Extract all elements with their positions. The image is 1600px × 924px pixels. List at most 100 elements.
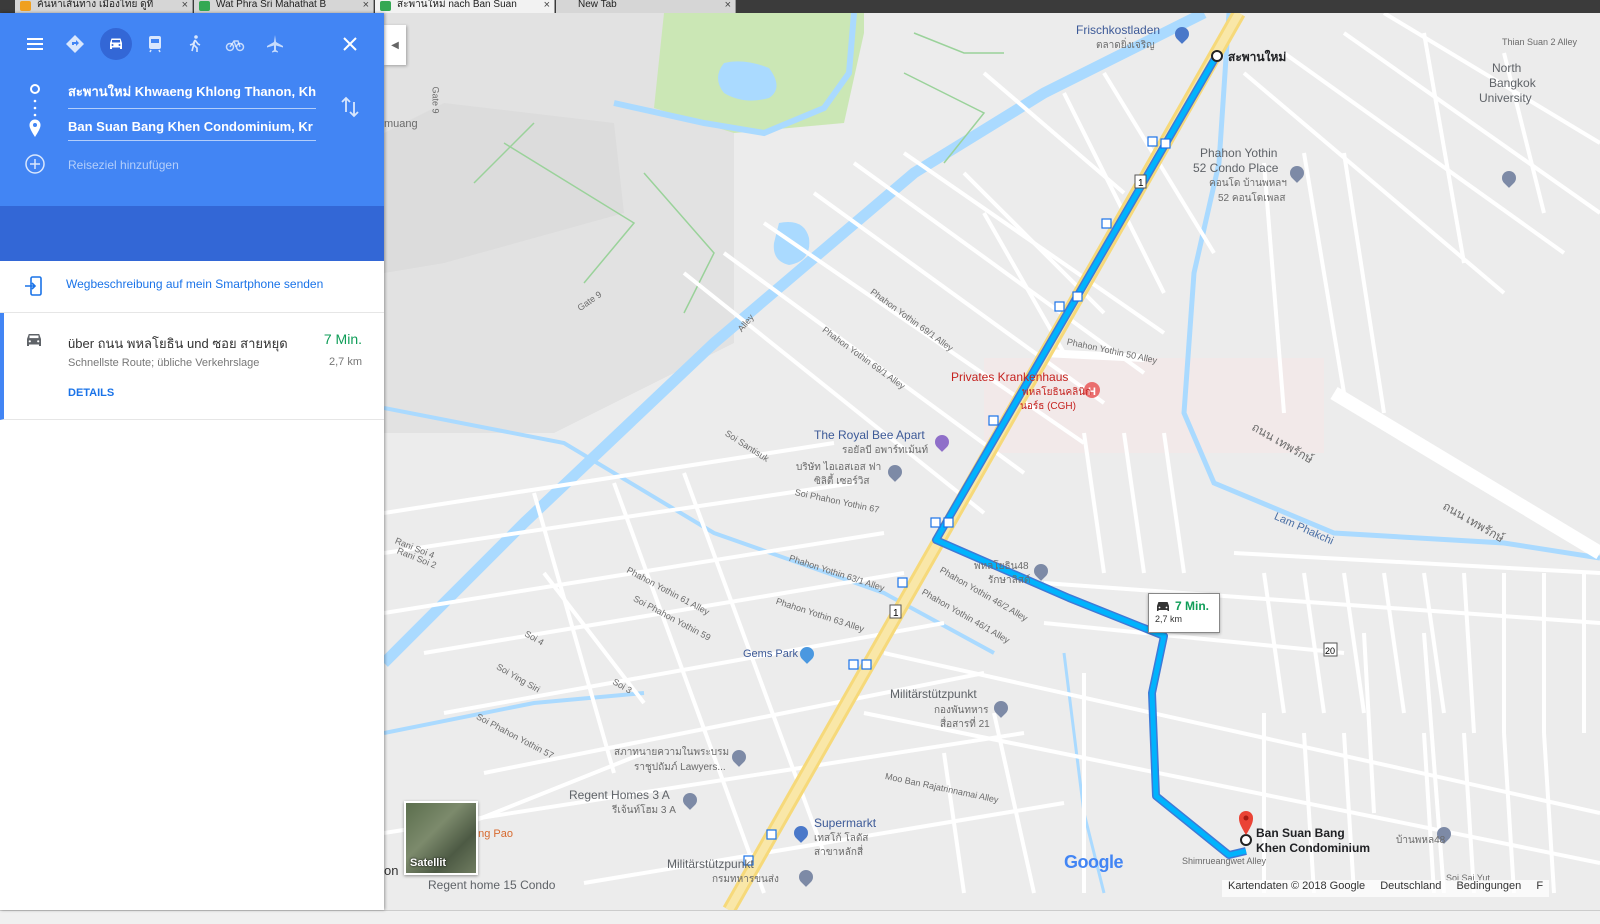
route-name: über ถนน พหลโยธิน und ซอย สายหยุด	[68, 336, 288, 351]
country-link[interactable]: Deutschland	[1380, 880, 1441, 892]
car-icon	[1157, 602, 1169, 611]
close-directions-button[interactable]	[337, 31, 363, 57]
browser-tab-active[interactable]: สะพานใหม่ nach Ban Suan ×	[375, 0, 555, 13]
send-to-phone-link[interactable]: Wegbeschreibung auf mein Smartphone send…	[66, 277, 323, 291]
poi-label: North	[1492, 61, 1522, 75]
route-distance: 2,7 km	[328, 356, 362, 368]
browser-tab[interactable]: Wat Phra Sri Mahathat B ×	[194, 0, 374, 13]
poi-label: นอร์ธ (CGH)	[1020, 401, 1076, 412]
poi-label: 52 คอนโดเพลส	[1218, 193, 1286, 204]
departure-options-bar: Jetzt starten ▼ OPTIONEN	[0, 206, 384, 432]
route-duration: 7 Min.	[323, 331, 362, 347]
origin-input[interactable]: สะพานใหม่ Khwaeng Khlong Thanon, Kh	[68, 81, 316, 109]
poi-label: Privates Krankenhaus	[951, 370, 1069, 384]
route-details-link[interactable]: DETAILS	[68, 387, 114, 399]
directions-icon	[66, 35, 84, 53]
directions-header: สะพานใหม่ Khwaeng Khlong Thanon, Kh Ban …	[0, 13, 384, 206]
poi-label: Militärstützpunkt	[890, 687, 977, 701]
route-info-box[interactable]: 7 Min. 2,7 km	[1148, 593, 1220, 633]
mode-transit-button[interactable]	[142, 31, 168, 57]
poi-label: Frischkostladen	[1076, 23, 1161, 37]
mode-flight-button[interactable]	[262, 31, 288, 57]
chevron-left-icon: ◀	[391, 39, 399, 51]
poi-label: Regent home 15 Condo	[428, 878, 556, 892]
mode-best-button[interactable]	[62, 31, 88, 57]
map-footer: Kartendaten © 2018 Google Deutschland Be…	[1222, 880, 1550, 897]
area-label: on	[384, 863, 399, 878]
close-icon[interactable]: ×	[725, 0, 731, 11]
poi-label: สภาทนายความในพระบรม	[614, 747, 730, 758]
poi-label: คอนโด บ้านพหลฯ	[1209, 178, 1287, 189]
poi-label: กองพันทหาร	[934, 705, 989, 716]
close-icon[interactable]: ×	[182, 0, 188, 11]
destination-input[interactable]: Ban Suan Bang Khen Condominium, Kr	[68, 119, 316, 141]
car-icon	[27, 334, 41, 346]
poi-label: ung Pao	[472, 828, 513, 840]
destination-label: Ban Suan Bang	[1256, 826, 1345, 840]
poi-label: พหลโยธินคลินิก	[1022, 387, 1092, 398]
poi-label: เทสโก้ โลตัส	[814, 833, 869, 844]
map-graphics: 1 1 20 H	[384, 13, 1600, 910]
street-label: Shimrueangwet Alley	[1182, 856, 1267, 866]
browser-tab-title: Wat Phra Sri Mahathat B	[216, 0, 327, 10]
site-favicon-icon	[20, 1, 31, 11]
poi-label: 52 Condo Place	[1193, 161, 1279, 175]
browser-tab-title: สะพานใหม่ nach Ban Suan	[397, 0, 517, 10]
google-logo-text: Google	[1064, 852, 1124, 872]
terms-link[interactable]: Bedingungen	[1456, 880, 1521, 892]
svg-text:1: 1	[893, 608, 899, 619]
add-destination-icon[interactable]	[24, 153, 46, 175]
directions-panel: สะพานใหม่ Khwaeng Khlong Thanon, Kh Ban …	[0, 13, 384, 910]
route-box-time: 7 Min.	[1175, 599, 1210, 613]
mode-car-button[interactable]	[100, 28, 132, 60]
send-to-phone-icon	[25, 276, 42, 296]
feedback-link[interactable]: F	[1536, 880, 1543, 892]
maps-favicon-icon	[380, 1, 391, 11]
map-data-attribution[interactable]: Kartendaten © 2018 Google	[1228, 880, 1365, 892]
poi-label: Regent Homes 3 A	[569, 788, 670, 802]
destination-marker	[1240, 834, 1252, 846]
collapse-panel-button[interactable]: ◀	[384, 25, 406, 65]
poi-label: บ้านพหล48	[1396, 835, 1446, 846]
close-icon[interactable]: ×	[544, 0, 550, 11]
svg-text:20: 20	[1325, 646, 1335, 656]
poi-label: University	[1479, 91, 1532, 105]
poi-label: Phahon Yothin	[1200, 146, 1278, 160]
menu-button[interactable]	[22, 31, 48, 57]
area-label: muang	[384, 118, 418, 130]
poi-label: สาขาหลักสี่	[814, 847, 864, 858]
maps-favicon-icon	[199, 1, 210, 11]
poi-label: Gems Park	[743, 648, 799, 660]
satellite-toggle[interactable]: Satellit	[404, 801, 478, 875]
browser-tab[interactable]: ค้นหาเส้นทาง เมืองไทย ดูที่ ×	[15, 0, 193, 13]
svg-text:1: 1	[1138, 178, 1144, 189]
poi-label: รีเจ้นท์โฮม 3 A	[612, 805, 676, 816]
send-to-phone-row[interactable]: Wegbeschreibung auf mein Smartphone send…	[0, 261, 384, 313]
close-icon	[343, 37, 357, 51]
add-destination-input[interactable]: Reiseziel hinzufügen	[68, 158, 179, 172]
poi-label: Bangkok	[1489, 76, 1536, 90]
browser-tab-strip: ค้นหาเส้นทาง เมืองไทย ดูที่ × Wat Phra S…	[0, 0, 1600, 13]
mode-walk-button[interactable]	[182, 31, 208, 57]
poi-label: บริษัท ไอเอสเอส ฟา	[796, 462, 882, 473]
google-logo: Google	[1064, 852, 1124, 873]
route-option[interactable]: über ถนน พหลโยธิน und ซอย สายหยุด Schnel…	[0, 313, 384, 420]
flight-icon	[267, 35, 283, 53]
close-icon[interactable]: ×	[363, 0, 369, 11]
origin-label: สะพานใหม่	[1228, 50, 1287, 64]
departure-time-select[interactable]: Jetzt starten ▼	[68, 418, 152, 432]
route-traffic-info: Schnellste Route; übliche Verkehrslage	[68, 357, 260, 369]
mode-bike-button[interactable]	[222, 31, 248, 57]
swap-icon[interactable]	[340, 96, 360, 118]
poi-label: The Royal Bee Apart	[814, 428, 925, 442]
poi-label: สื่อสารที่ 21	[940, 719, 990, 730]
menu-icon	[27, 38, 43, 50]
browser-tab-title: New Tab	[578, 0, 617, 10]
departure-time-label: Jetzt starten	[68, 418, 134, 432]
satellite-label: Satellit	[410, 857, 447, 869]
map-canvas[interactable]: 1 1 20 H สะพานใหม่ Ban Suan Bang Khen Co…	[384, 13, 1600, 910]
browser-tab[interactable]: New Tab ×	[556, 0, 736, 13]
browser-status-bar	[0, 910, 1600, 924]
poi-label: Supermarkt	[814, 816, 877, 830]
bike-icon	[225, 40, 245, 52]
